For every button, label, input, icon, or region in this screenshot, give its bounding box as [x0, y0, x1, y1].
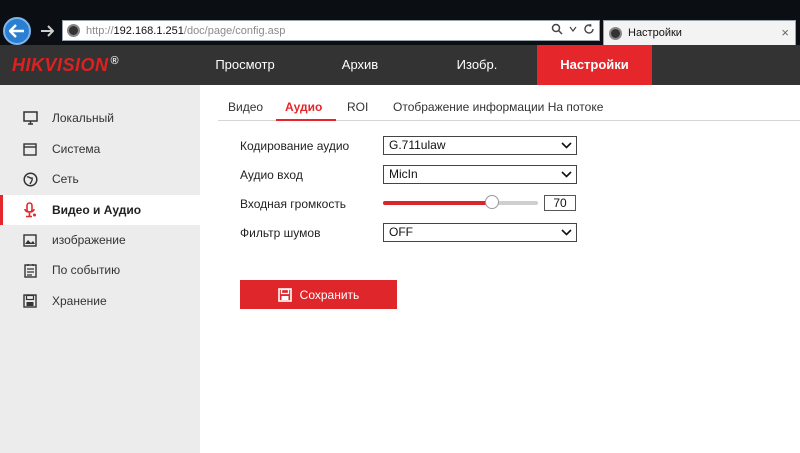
audio-encoding-label: Кодирование аудио: [240, 139, 350, 153]
sidebar-item-label: Локальный: [52, 111, 114, 125]
sidebar-item-image[interactable]: изображение: [0, 225, 200, 255]
tab-video[interactable]: Видео: [228, 100, 263, 114]
save-button[interactable]: Сохранить: [240, 280, 397, 309]
tab-close-icon[interactable]: ×: [781, 25, 789, 40]
audio-encoding-select[interactable]: G.711ulaw: [383, 136, 577, 155]
settings-subtabs: Видео Аудио ROI Отображение информации Н…: [218, 85, 800, 121]
noise-filter-select[interactable]: OFF: [383, 223, 577, 242]
sidebar-item-storage[interactable]: Хранение: [0, 286, 200, 316]
dropdown-arrow-icon[interactable]: [569, 26, 577, 32]
sidebar-item-video-audio[interactable]: Видео и Аудио: [0, 195, 200, 225]
sidebar-item-label: Хранение: [52, 294, 107, 308]
monitor-icon: [22, 110, 38, 126]
video-audio-icon: [22, 202, 38, 218]
nav-picture[interactable]: Изобр.: [435, 45, 519, 85]
chevron-down-icon: [561, 142, 572, 149]
audio-input-label: Аудио вход: [240, 168, 303, 182]
nav-live-view[interactable]: Просмотр: [200, 45, 290, 85]
slider-fill: [383, 201, 492, 205]
active-tab-indicator: [276, 119, 336, 121]
input-volume-slider[interactable]: [383, 195, 538, 209]
tab-favicon-icon: [609, 26, 622, 40]
audio-input-value: MicIn: [389, 167, 418, 181]
sidebar-item-label: изображение: [52, 233, 126, 247]
browser-tab[interactable]: Настройки ×: [603, 20, 796, 45]
audio-encoding-value: G.711ulaw: [389, 138, 446, 152]
refresh-icon[interactable]: [583, 23, 595, 35]
save-button-label: Сохранить: [299, 287, 360, 302]
noise-filter-value: OFF: [389, 225, 413, 239]
audio-input-select[interactable]: MicIn: [383, 165, 577, 184]
chevron-down-icon: [561, 229, 572, 236]
browser-chrome: http://192.168.1.251/doc/page/config.asp…: [0, 0, 800, 45]
save-icon: [277, 287, 292, 302]
hikvision-logo: HIKVISION ®: [12, 55, 120, 75]
tab-title: Настройки: [628, 27, 682, 39]
event-icon: [22, 262, 38, 278]
sidebar-item-label: Система: [52, 142, 101, 156]
forward-button[interactable]: [38, 20, 56, 42]
url-host: 192.168.1.251: [113, 24, 184, 37]
storage-icon: [22, 293, 38, 309]
sidebar-item-label: По событию: [52, 263, 121, 277]
system-icon: [22, 141, 38, 157]
tab-audio[interactable]: Аудио: [285, 100, 322, 114]
input-volume-value[interactable]: 70: [544, 195, 576, 211]
sidebar-item-event[interactable]: По событию: [0, 255, 200, 285]
forward-arrow-icon: [41, 25, 54, 37]
tab-stream-info-display[interactable]: Отображение информации На потоке: [393, 100, 603, 114]
url-path: /doc/page/config.asp: [183, 24, 286, 37]
sidebar-item-local[interactable]: Локальный: [0, 103, 200, 133]
sidebar-item-label: Сеть: [52, 172, 79, 186]
sidebar-item-label: Видео и Аудио: [52, 203, 142, 217]
nav-playback[interactable]: Архив: [318, 45, 402, 85]
back-arrow-icon: [9, 24, 24, 38]
network-icon: [22, 171, 38, 187]
input-volume-label: Входная громкость: [240, 197, 347, 211]
top-navigation: HIKVISION ® Просмотр Архив Изобр. Настрой…: [0, 45, 800, 85]
image-icon: [22, 232, 38, 248]
sidebar-item-system[interactable]: Система: [0, 134, 200, 164]
nav-configuration[interactable]: Настройки: [537, 45, 652, 85]
chevron-down-icon: [561, 171, 572, 178]
tab-roi[interactable]: ROI: [347, 100, 368, 114]
site-favicon-icon: [67, 24, 80, 37]
noise-filter-label: Фильтр шумов: [240, 226, 321, 240]
slider-handle[interactable]: [485, 195, 499, 209]
url-prefix: http://: [86, 24, 114, 37]
sidebar-item-network[interactable]: Сеть: [0, 164, 200, 194]
search-icon[interactable]: [551, 23, 563, 35]
back-button[interactable]: [3, 17, 31, 45]
address-bar[interactable]: http://192.168.1.251/doc/page/config.asp: [62, 20, 600, 41]
sidebar: Локальный Система Сеть Видео и Аудио изо…: [0, 85, 200, 453]
